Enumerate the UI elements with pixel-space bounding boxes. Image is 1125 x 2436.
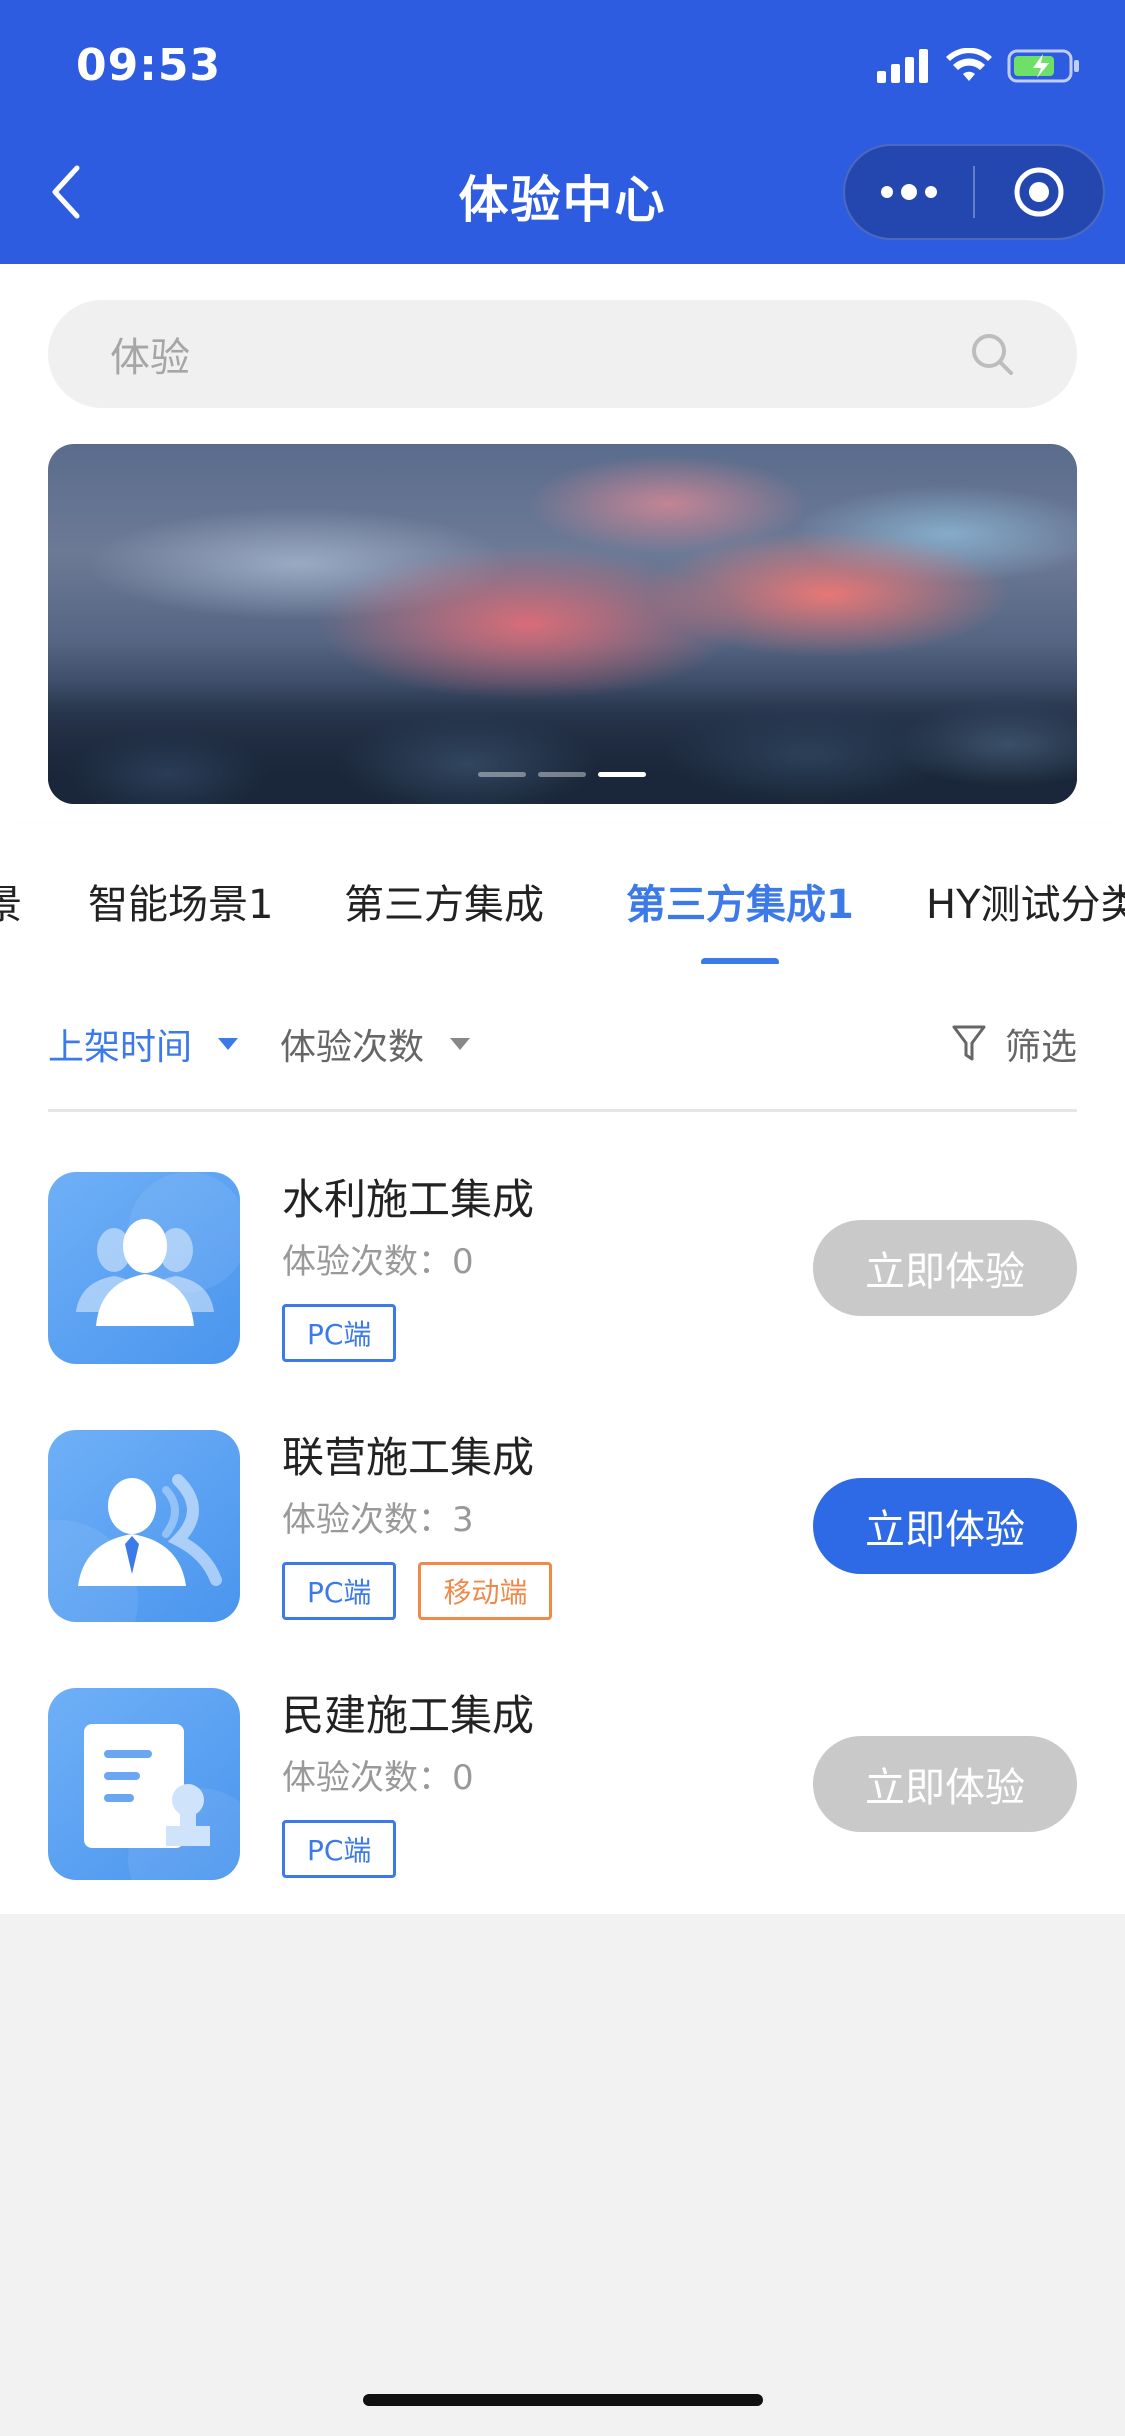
status-icons (877, 48, 1081, 84)
tab-smart-scene-1[interactable]: 智能场景1 (88, 872, 273, 930)
more-dots-icon (881, 184, 937, 200)
filter-button[interactable]: 筛选 (951, 1018, 1077, 1070)
item-title: 联营施工集成 (282, 1433, 535, 1482)
close-mini-program-button[interactable] (975, 144, 1103, 240)
carousel-dot-active (598, 772, 646, 777)
badge-pc: PC端 (282, 1820, 397, 1878)
badge-pc: PC端 (282, 1562, 397, 1620)
tab-third-party[interactable]: 第三方集成 (344, 872, 544, 930)
sort-count-label: 体验次数 (280, 1027, 425, 1068)
sort-bar: 上架时间 体验次数 筛选 (48, 988, 1077, 1112)
search-input[interactable]: 体验 (48, 300, 1077, 408)
item-count: 体验次数：0 (282, 1242, 474, 1282)
wifi-icon (946, 48, 992, 81)
carousel-dot (478, 772, 526, 777)
battery-icon (1007, 49, 1079, 83)
mini-program-capsule (843, 144, 1105, 240)
tab-scene[interactable]: 景 (0, 872, 22, 930)
carousel-dot (538, 772, 586, 777)
try-now-button[interactable]: 立即体验 (813, 1478, 1077, 1574)
filter-label: 筛选 (1004, 1027, 1077, 1068)
navigation-header: 09:53 体验中心 (0, 0, 1125, 264)
caret-down-icon (450, 1038, 471, 1050)
item-count: 体验次数：0 (282, 1758, 474, 1798)
platform-badges: PC端 移动端 (282, 1562, 553, 1620)
platform-badges: PC端 (282, 1304, 397, 1362)
banner-carousel[interactable] (48, 444, 1077, 804)
badge-pc: PC端 (282, 1304, 397, 1362)
item-title: 民建施工集成 (282, 1691, 535, 1740)
carousel-indicators (478, 772, 646, 777)
caret-down-icon (218, 1038, 239, 1050)
list-item: 联营施工集成 体验次数：3 PC端 移动端 立即体验 (48, 1430, 1077, 1630)
item-title: 水利施工集成 (282, 1175, 535, 1224)
filter-icon (952, 1025, 986, 1061)
home-indicator (363, 2394, 763, 2406)
try-now-button[interactable]: 立即体验 (813, 1736, 1077, 1832)
try-now-button[interactable]: 立即体验 (813, 1220, 1077, 1316)
sort-time-label: 上架时间 (48, 1027, 193, 1068)
badge-mobile: 移动端 (418, 1562, 553, 1620)
list-item: 民建施工集成 体验次数：0 PC端 立即体验 (48, 1688, 1077, 1888)
item-count: 体验次数：3 (282, 1500, 474, 1540)
status-time: 09:53 (76, 40, 222, 91)
category-tabs: 景 智能场景1 第三方集成 第三方集成1 HY测试分类 (0, 824, 1125, 964)
platform-badges: PC端 (282, 1820, 397, 1878)
more-button[interactable] (845, 144, 973, 240)
search-icon[interactable] (969, 331, 1015, 377)
sort-by-count[interactable]: 体验次数 (280, 1018, 471, 1070)
list-item: 水利施工集成 体验次数：0 PC端 立即体验 (48, 1172, 1077, 1372)
sort-by-time[interactable]: 上架时间 (48, 1018, 239, 1070)
banner-image (48, 684, 1077, 804)
tab-hy-test[interactable]: HY测试分类 (926, 872, 1125, 930)
search-placeholder: 体验 (110, 335, 190, 381)
business-person-icon (48, 1430, 240, 1622)
users-group-icon (48, 1172, 240, 1364)
tab-third-party-1[interactable]: 第三方集成1 (626, 872, 854, 930)
signal-icon (877, 49, 928, 83)
target-icon (1014, 167, 1064, 217)
document-stamp-icon (48, 1688, 240, 1880)
